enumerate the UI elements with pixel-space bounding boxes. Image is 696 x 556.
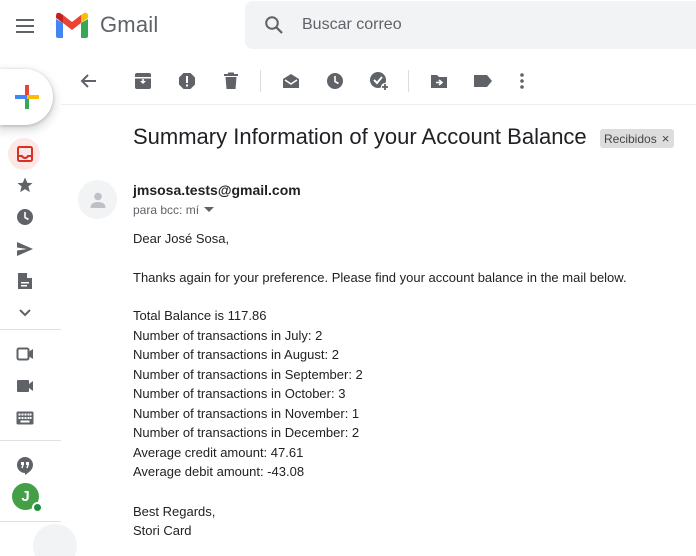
more-vert-icon bbox=[520, 73, 524, 89]
partial-avatar bbox=[33, 524, 77, 556]
gmail-m-icon bbox=[56, 12, 88, 38]
compose-button[interactable] bbox=[0, 69, 53, 125]
archive-button[interactable] bbox=[131, 69, 155, 93]
send-icon bbox=[17, 242, 33, 256]
videocam-icon bbox=[17, 380, 33, 392]
mark-unread-icon bbox=[283, 74, 299, 88]
more-options-button[interactable] bbox=[510, 69, 534, 93]
email-intro: Thanks again for your preference. Please… bbox=[133, 270, 627, 285]
label-chip[interactable]: Recibidos × bbox=[600, 129, 675, 148]
email-subject: Summary Information of your Account Bala… bbox=[133, 124, 587, 149]
label-chip-text: Recibidos bbox=[604, 131, 657, 146]
snooze-button[interactable] bbox=[323, 69, 347, 93]
balance-line: Number of transactions in October: 3 bbox=[133, 386, 346, 401]
balance-line: Number of transactions in July: 2 bbox=[133, 328, 323, 343]
search-icon[interactable] bbox=[262, 13, 286, 37]
draft-icon bbox=[18, 273, 32, 289]
recipient-text: para bcc: mí bbox=[133, 203, 200, 217]
email-greeting: Dear José Sosa, bbox=[133, 231, 230, 246]
archive-icon bbox=[135, 73, 151, 89]
add-task-icon bbox=[370, 72, 389, 91]
show-details-button[interactable] bbox=[204, 207, 215, 213]
app-name: Gmail bbox=[100, 12, 159, 37]
hangouts-button[interactable] bbox=[13, 454, 37, 478]
inbox-icon bbox=[17, 146, 33, 162]
meet-new-icon bbox=[16, 347, 33, 361]
search-bar[interactable] bbox=[245, 1, 696, 49]
move-to-button[interactable] bbox=[427, 69, 451, 93]
email-closing: Best Regards, bbox=[133, 504, 216, 519]
hamburger-menu-icon bbox=[16, 19, 34, 33]
balance-line: Number of transactions in December: 2 bbox=[133, 425, 360, 440]
report-spam-icon bbox=[179, 73, 195, 89]
rail-divider bbox=[0, 440, 61, 441]
report-spam-button[interactable] bbox=[175, 69, 199, 93]
meet-dial-in[interactable] bbox=[13, 406, 37, 430]
balance-line: Total Balance is 117.86 bbox=[133, 308, 267, 323]
labels-button[interactable] bbox=[471, 69, 495, 93]
snooze-icon bbox=[327, 73, 343, 89]
main-menu-button[interactable] bbox=[13, 14, 37, 38]
clock-icon bbox=[17, 209, 33, 225]
sender-email: jmsosa.tests@gmail.com bbox=[133, 182, 301, 198]
search-input[interactable] bbox=[302, 16, 662, 34]
mark-unread-button[interactable] bbox=[279, 69, 303, 93]
nav-sent[interactable] bbox=[13, 237, 37, 261]
back-button[interactable] bbox=[76, 69, 100, 93]
add-to-tasks-button[interactable] bbox=[367, 69, 391, 93]
meet-join[interactable] bbox=[13, 374, 37, 398]
nav-drafts[interactable] bbox=[13, 269, 37, 293]
compose-plus-icon bbox=[14, 85, 39, 109]
meet-new-meeting[interactable] bbox=[13, 342, 37, 366]
delete-button[interactable] bbox=[219, 69, 243, 93]
rail-divider bbox=[0, 521, 61, 522]
balance-line: Average debit amount: -43.08 bbox=[133, 464, 305, 479]
nav-more[interactable] bbox=[13, 301, 37, 325]
app-header: Gmail bbox=[0, 0, 696, 56]
label-icon bbox=[474, 75, 492, 87]
keyboard-icon bbox=[16, 411, 34, 425]
caret-down-icon bbox=[204, 207, 215, 212]
balance-line: Average credit amount: 47.61 bbox=[133, 445, 304, 460]
recipient-details: para bcc: mí bbox=[133, 203, 215, 217]
gmail-logo[interactable]: Gmail bbox=[54, 11, 158, 39]
delete-icon bbox=[224, 72, 238, 89]
rail-divider bbox=[0, 329, 61, 330]
balance-line: Number of transactions in August: 2 bbox=[133, 347, 339, 362]
remove-label-icon[interactable]: × bbox=[662, 131, 670, 146]
email-signature: Stori Card bbox=[133, 523, 192, 538]
toolbar-divider bbox=[61, 104, 696, 105]
toolbar-separator bbox=[408, 70, 409, 92]
nav-inbox[interactable] bbox=[13, 142, 37, 166]
toolbar-separator bbox=[260, 70, 261, 92]
star-icon bbox=[17, 177, 33, 193]
nav-snoozed[interactable] bbox=[13, 205, 37, 229]
person-icon bbox=[90, 192, 105, 208]
move-to-icon bbox=[431, 75, 447, 88]
status-indicator bbox=[32, 502, 43, 513]
sender-avatar bbox=[78, 180, 117, 219]
back-arrow-icon bbox=[80, 74, 96, 88]
nav-starred[interactable] bbox=[13, 173, 37, 197]
chevron-down-icon bbox=[19, 309, 31, 317]
balance-line: Number of transactions in September: 2 bbox=[133, 367, 363, 382]
hangouts-icon bbox=[17, 457, 33, 475]
balance-line: Number of transactions in November: 1 bbox=[133, 406, 360, 421]
